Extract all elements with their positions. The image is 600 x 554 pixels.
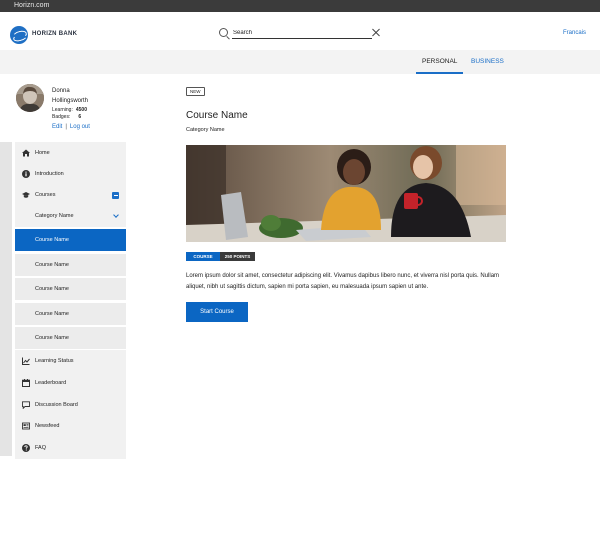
- tab-personal[interactable]: PERSONAL: [416, 50, 464, 74]
- close-icon[interactable]: [371, 28, 380, 37]
- sidebar-item-label: FAQ: [35, 445, 47, 451]
- logout-link[interactable]: Log out: [70, 124, 90, 130]
- sidebar-rail: [0, 142, 12, 456]
- learning-label: Learning:: [52, 107, 73, 113]
- sidebar: Home Introduction Courses Category Name …: [0, 142, 126, 459]
- sidebar-item-label: Course Name: [35, 311, 69, 317]
- badges-label: Badges:: [52, 114, 71, 120]
- profile-last-name: Hollingsworth: [52, 98, 89, 104]
- question-icon: [22, 444, 30, 452]
- sidebar-item-label: Discussion Board: [35, 402, 78, 408]
- chart-line-icon: [22, 357, 30, 365]
- browser-title-bar: Horizn.com: [0, 0, 600, 12]
- course-type-tag: COURSE: [186, 252, 220, 261]
- newspaper-icon: [22, 422, 30, 430]
- course-title: Course Name: [186, 110, 248, 121]
- sidebar-item-label: Home: [35, 150, 50, 156]
- sidebar-item-faq[interactable]: FAQ: [15, 437, 126, 459]
- edit-profile-link[interactable]: Edit: [52, 124, 62, 130]
- new-badge: NEW: [186, 87, 205, 96]
- avatar: [16, 84, 44, 112]
- info-icon: [22, 170, 30, 178]
- profile-first-name: Donna: [52, 88, 70, 94]
- collapse-icon[interactable]: [112, 192, 119, 199]
- sidebar-item-label: Newsfeed: [35, 423, 60, 429]
- sidebar-item-category[interactable]: Category Name: [15, 205, 126, 227]
- sidebar-item-introduction[interactable]: Introduction: [15, 163, 126, 185]
- search-input[interactable]: [232, 28, 372, 39]
- tab-business[interactable]: BUSINESS: [465, 50, 510, 74]
- sidebar-item-leaderboard[interactable]: Leaderboard: [15, 372, 126, 394]
- sidebar-item-label: Course Name: [35, 286, 69, 292]
- horizn-logo-icon[interactable]: [10, 26, 28, 44]
- sidebar-item-home[interactable]: Home: [15, 142, 126, 164]
- learning-value: 4500: [75, 107, 87, 113]
- badges-value: 6: [78, 114, 82, 120]
- sidebar-item-label: Introduction: [35, 171, 64, 177]
- sidebar-item-label: Category Name: [35, 213, 74, 219]
- course-category: Category Name: [186, 127, 225, 133]
- profile-stats: Learning: 4500 Badges: 6: [52, 107, 87, 121]
- home-icon: [22, 149, 30, 157]
- sidebar-item-course-active[interactable]: Course Name: [15, 229, 126, 251]
- chevron-down-icon[interactable]: [113, 212, 119, 218]
- sidebar-item-discussion-board[interactable]: Discussion Board: [15, 394, 126, 416]
- search-bar: [219, 28, 381, 40]
- sidebar-item-label: Courses: [35, 192, 56, 198]
- search-icon[interactable]: [219, 28, 228, 37]
- segment-tabs: PERSONAL BUSINESS: [0, 50, 600, 74]
- profile-links: Edit | Log out: [52, 124, 90, 130]
- profile-name: Donna Hollingsworth: [52, 86, 112, 106]
- course-points-tag: 250 POINTS: [220, 252, 255, 261]
- comment-icon: [22, 401, 30, 409]
- sidebar-item-label: Leaderboard: [35, 380, 67, 386]
- sidebar-item-course[interactable]: Course Name: [15, 278, 126, 300]
- start-course-button[interactable]: Start Course: [186, 302, 248, 322]
- sidebar-item-label: Learning Status: [35, 358, 74, 364]
- sidebar-item-label: Course Name: [35, 237, 69, 243]
- course-hero-image: [186, 145, 506, 242]
- sidebar-item-course[interactable]: Course Name: [15, 303, 126, 325]
- site-header: HORIZN BANK Francais: [0, 12, 600, 50]
- sidebar-item-learning-status[interactable]: Learning Status: [15, 350, 126, 372]
- sidebar-item-courses[interactable]: Courses: [15, 184, 126, 206]
- sidebar-item-label: Course Name: [35, 335, 69, 341]
- browser-title: Horizn.com: [14, 2, 50, 9]
- calendar-icon: [22, 379, 30, 387]
- course-description: Lorem ipsum dolor sit amet, consectetur …: [186, 273, 500, 290]
- sidebar-item-label: Course Name: [35, 262, 69, 268]
- link-separator: |: [65, 124, 67, 130]
- language-link[interactable]: Francais: [563, 30, 586, 36]
- brand-name[interactable]: HORIZN BANK: [32, 31, 77, 37]
- sidebar-item-course[interactable]: Course Name: [15, 327, 126, 349]
- sidebar-item-newsfeed[interactable]: Newsfeed: [15, 415, 126, 437]
- sidebar-item-course[interactable]: Course Name: [15, 254, 126, 276]
- graduation-cap-icon: [22, 192, 30, 198]
